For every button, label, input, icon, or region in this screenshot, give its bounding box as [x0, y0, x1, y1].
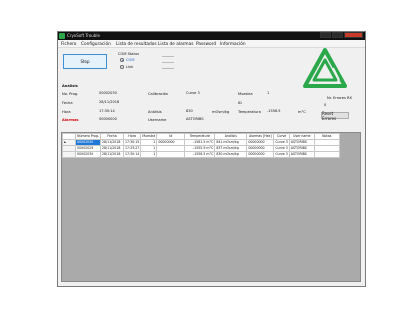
- no-prog-value: 00002030: [98, 90, 134, 96]
- table-cell[interactable]: 28/11/2018: [100, 151, 124, 158]
- hora-value: 17:30:14: [98, 108, 134, 114]
- table-cell[interactable]: -1556.5 m°C: [184, 151, 216, 158]
- table-cell[interactable]: [313, 151, 340, 158]
- table-cell[interactable]: Curve 3: [273, 139, 290, 146]
- brand-logo-icon: [303, 48, 347, 88]
- menu-configuracion[interactable]: Configuración: [81, 42, 111, 47]
- link-radio[interactable]: [120, 65, 124, 69]
- column-header[interactable]: Muestra: [140, 133, 158, 140]
- menu-fichero[interactable]: Fichero: [61, 42, 76, 47]
- id-label: ID: [238, 101, 242, 105]
- analisis-heading: Análisis: [62, 84, 78, 88]
- app-window: CryoSoft Trouble Fichero Configuración L…: [57, 31, 366, 287]
- no-prog-label: No. Prog.: [62, 92, 79, 96]
- errors-value: 0: [324, 103, 327, 107]
- menu-password[interactable]: Password: [196, 42, 216, 47]
- window-title: CryoSoft Trouble: [67, 33, 100, 38]
- divider: [162, 62, 174, 63]
- alarmas-label: Alarmas: [62, 118, 79, 122]
- menu-lista-alarmas[interactable]: Lista de alarmas: [158, 42, 193, 47]
- app-logo-icon: [59, 33, 65, 39]
- table-cell[interactable]: 17:33:27: [122, 145, 142, 152]
- menu-bar: Fichero Configuración Lista de resultado…: [58, 40, 365, 48]
- divider: [162, 68, 174, 69]
- results-grid[interactable]: Número Prog. Fecha Hora Muestra Id Tempe…: [61, 132, 361, 282]
- com-status-label: COM Status: [118, 52, 140, 56]
- table-cell[interactable]: 17:30:15: [122, 139, 142, 146]
- maximize-button[interactable]: [332, 32, 343, 38]
- table-row[interactable]: ► 00002030 28/11/2018 17:30:15 1 0000000…: [62, 139, 340, 146]
- username-label: Username: [148, 118, 167, 122]
- hora-label: Hora: [62, 110, 71, 114]
- table-cell[interactable]: [156, 151, 186, 158]
- com-radio[interactable]: [120, 58, 124, 62]
- temperatura-unit: m°C: [298, 110, 306, 114]
- analisis-label: Análisis: [148, 110, 162, 114]
- reset-errors-button[interactable]: Reset Errores: [321, 111, 349, 121]
- column-header[interactable]: Número Prog.: [75, 133, 101, 140]
- com-radio-label: COM: [126, 58, 135, 62]
- fecha-label: Fecha: [62, 101, 73, 105]
- stop-button[interactable]: Stop: [63, 54, 107, 69]
- table-row[interactable]: 00002029 28/11/2018 17:33:27 1 -1555.9 m…: [62, 145, 340, 152]
- close-button[interactable]: [344, 32, 363, 38]
- temperatura-label: Temperatura: [238, 110, 261, 114]
- table-cell[interactable]: 28/11/2018: [100, 145, 124, 152]
- table-cell[interactable]: Curve 3: [273, 151, 290, 158]
- title-bar[interactable]: CryoSoft Trouble: [58, 32, 365, 40]
- results-table: Número Prog. Fecha Hora Muestra Id Tempe…: [62, 133, 340, 158]
- table-cell[interactable]: 28/11/2018: [100, 139, 124, 146]
- table-cell[interactable]: 00000000: [246, 151, 275, 158]
- table-cell[interactable]: 17:30:14: [122, 151, 142, 158]
- row-header: [62, 151, 76, 158]
- menu-lista-resultados[interactable]: Lista de resultados: [116, 42, 157, 47]
- analisis-unit: mOsm/kg: [212, 110, 230, 114]
- minimize-button[interactable]: [320, 32, 331, 38]
- link-radio-label: Link: [126, 65, 134, 69]
- divider: [162, 56, 174, 57]
- column-header[interactable]: Alarmas [Hex]: [246, 133, 275, 140]
- table-cell[interactable]: 830 mOsm/kg: [214, 151, 248, 158]
- table-cell[interactable]: ASTORIBS: [288, 151, 315, 158]
- errors-label: Nr. Errores RX: [327, 96, 352, 100]
- analisis-value: 830: [185, 108, 207, 114]
- menu-informacion[interactable]: Información: [220, 42, 246, 47]
- calibracion-value: Curve 3: [185, 90, 223, 96]
- calibracion-label: Calibración: [148, 92, 169, 96]
- muestra-value: 1: [266, 90, 300, 96]
- muestra-label: Muestra: [238, 92, 253, 96]
- table-row[interactable]: 00002030 28/11/2018 17:30:14 1 -1556.5 m…: [62, 151, 340, 158]
- username-value: ASTORIBS: [185, 116, 223, 122]
- alarmas-value: 00000000: [98, 116, 134, 122]
- table-cell[interactable]: 1: [140, 151, 158, 158]
- table-cell[interactable]: 00002030: [75, 151, 101, 158]
- fecha-value: 28/11/2018: [98, 99, 134, 105]
- temperatura-value: -1556.5: [266, 108, 296, 114]
- table-cell[interactable]: Curve 3: [273, 145, 290, 152]
